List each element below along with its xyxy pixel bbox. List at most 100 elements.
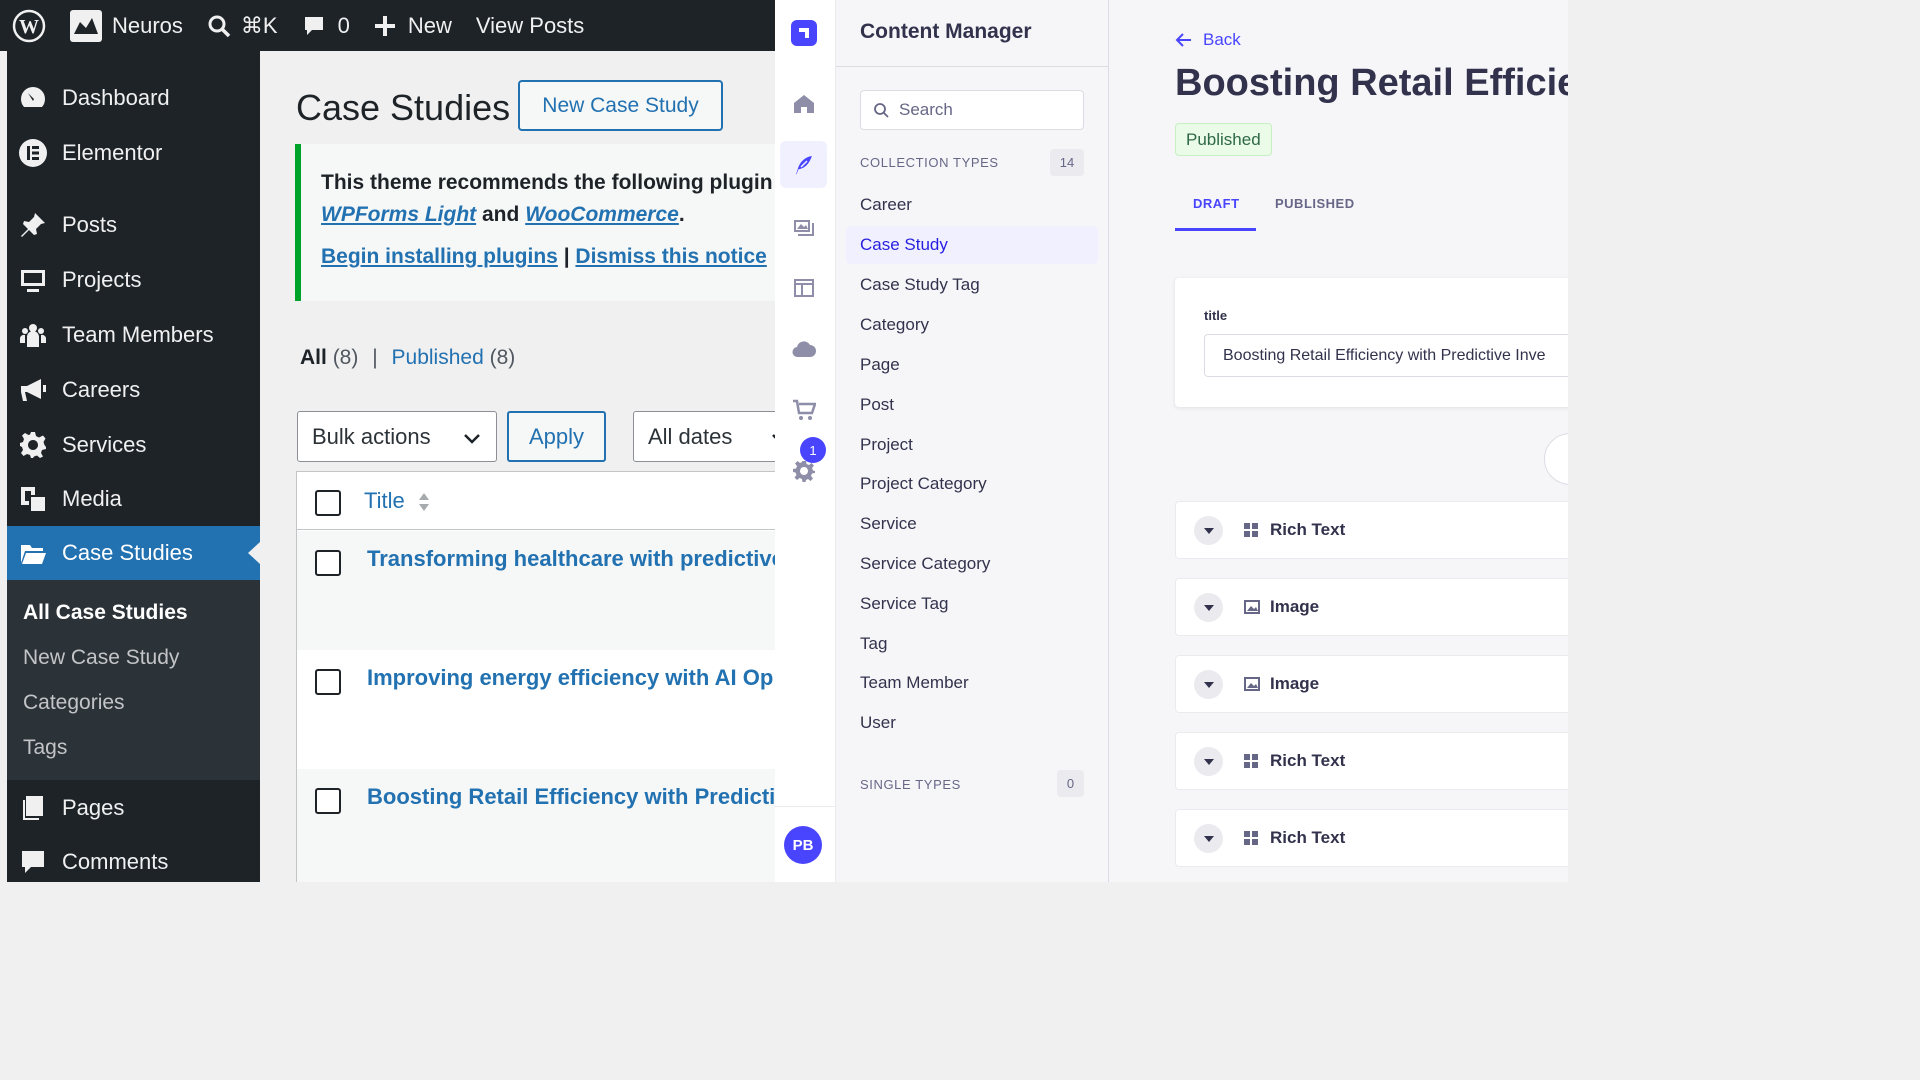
tab-draft[interactable]: DRAFT	[1193, 196, 1240, 211]
nav-link-project-category[interactable]: Project Category	[846, 465, 1098, 503]
bulk-actions-select[interactable]: Bulk actions	[297, 411, 497, 462]
menu-item-comments[interactable]: Comments	[7, 835, 260, 882]
shortcut-label: ⌘K	[240, 12, 278, 38]
single-types-heading: SINGLE TYPES	[860, 777, 961, 792]
content-manager-feather-icon[interactable]	[780, 141, 827, 188]
submenu-new-case-study[interactable]: New Case Study	[23, 646, 179, 670]
entry-title: Boosting Retail Efficien	[1175, 62, 1568, 104]
submenu-tags[interactable]: Tags	[23, 736, 67, 760]
site-name-link[interactable]: Neuros	[58, 0, 195, 51]
back-link[interactable]: Back	[1175, 30, 1241, 50]
menu-item-dashboard[interactable]: Dashboard	[7, 71, 260, 125]
dynamic-zone-block[interactable]: Rich Text	[1175, 732, 1568, 790]
bulk-actions-label: Bulk actions	[312, 423, 431, 449]
notice-actions: Begin installing plugins | Dismiss this …	[321, 245, 767, 269]
dismiss-notice-link[interactable]: Dismiss this notice	[575, 245, 766, 268]
nav-link-category[interactable]: Category	[846, 306, 1098, 344]
collapse-toggle[interactable]	[1194, 747, 1223, 776]
filter-all[interactable]: All	[300, 346, 327, 369]
submenu-categories[interactable]: Categories	[23, 691, 125, 715]
cloud-icon[interactable]	[780, 325, 827, 372]
submenu-all-case-studies[interactable]: All Case Studies	[23, 601, 188, 625]
dynamic-zone-block[interactable]: Image	[1175, 578, 1568, 636]
date-filter-label: All dates	[648, 423, 733, 449]
wp-admin-bar: W Neuros ⌘K 0 New View Posts	[0, 0, 775, 51]
home-icon[interactable]	[780, 80, 827, 127]
row-checkbox[interactable]	[315, 550, 341, 576]
comments-count: 0	[337, 12, 350, 38]
block-label: Image	[1270, 674, 1320, 693]
user-avatar[interactable]: PB	[784, 826, 822, 864]
menu-item-case-studies[interactable]: Case Studies	[7, 526, 260, 580]
nav-link-project[interactable]: Project	[846, 426, 1098, 464]
menu-item-pages[interactable]: Pages	[7, 781, 260, 835]
dynamic-zone-block[interactable]: Rich Text	[1175, 809, 1568, 867]
menu-item-careers[interactable]: Careers	[7, 363, 260, 417]
menu-label: Projects	[62, 267, 142, 292]
site-name-label: Neuros	[112, 12, 183, 38]
filter-published[interactable]: Published	[392, 346, 484, 369]
begin-installing-link[interactable]: Begin installing plugins	[321, 245, 558, 268]
nav-link-post[interactable]: Post	[846, 386, 1098, 424]
nav-link-case-study-tag[interactable]: Case Study Tag	[846, 266, 1098, 304]
nav-link-team-member[interactable]: Team Member	[846, 664, 1098, 702]
marketplace-cart-icon[interactable]	[780, 386, 827, 433]
nav-link-user[interactable]: User	[846, 704, 1098, 742]
apply-button[interactable]: Apply	[507, 411, 606, 462]
date-filter-select[interactable]: All dates	[633, 411, 775, 462]
subnav-divider	[836, 66, 1109, 67]
command-search-button[interactable]: ⌘K	[195, 0, 290, 51]
nav-link-page[interactable]: Page	[846, 346, 1098, 384]
collapse-toggle[interactable]	[1194, 593, 1223, 622]
new-content-link[interactable]: New	[362, 0, 464, 51]
caret-down-icon	[1203, 604, 1214, 611]
comments-link[interactable]: 0	[290, 0, 362, 51]
dynamic-zone-block[interactable]: Rich Text	[1175, 501, 1568, 559]
select-all-checkbox[interactable]	[315, 490, 341, 516]
floating-action-button[interactable]	[1544, 433, 1568, 485]
title-input[interactable]: Boosting Retail Efficiency with Predicti…	[1204, 334, 1568, 377]
status-badge: Published	[1175, 123, 1272, 156]
menu-item-projects[interactable]: Projects	[7, 253, 260, 307]
collapse-toggle[interactable]	[1194, 516, 1223, 545]
strapi-logo-icon[interactable]	[780, 9, 827, 56]
wpforms-link[interactable]: WPForms Light	[321, 203, 476, 226]
menu-item-team-members[interactable]: Team Members	[7, 308, 260, 362]
row-checkbox[interactable]	[315, 788, 341, 814]
menu-item-services[interactable]: Services	[7, 418, 260, 472]
new-case-study-button[interactable]: New Case Study	[518, 80, 723, 131]
wordpress-logo-icon[interactable]: W	[0, 0, 58, 51]
row-title-link[interactable]: Improving energy efficiency with AI Op	[367, 665, 773, 691]
grid-icon	[1243, 522, 1259, 543]
media-icon	[18, 484, 48, 514]
row-title-link[interactable]: Transforming healthcare with predictive	[367, 546, 775, 572]
collapse-toggle[interactable]	[1194, 670, 1223, 699]
dynamic-zone-block[interactable]: Image	[1175, 655, 1568, 713]
tab-published[interactable]: PUBLISHED	[1275, 196, 1355, 211]
nav-link-service-category[interactable]: Service Category	[846, 545, 1098, 583]
nav-link-case-study[interactable]: Case Study	[846, 226, 1098, 264]
nav-link-service[interactable]: Service	[846, 505, 1098, 543]
nav-link-service-tag[interactable]: Service Tag	[846, 585, 1098, 623]
title-field-label: title	[1204, 308, 1228, 323]
search-input[interactable]: Search	[860, 90, 1084, 130]
table-row: Transforming healthcare with predictive	[297, 531, 775, 650]
woocommerce-link[interactable]: WooCommerce	[525, 203, 679, 226]
comment-icon	[304, 16, 323, 35]
collapse-toggle[interactable]	[1194, 824, 1223, 853]
nav-link-tag[interactable]: Tag	[846, 625, 1098, 663]
row-checkbox[interactable]	[315, 669, 341, 695]
content-type-builder-icon[interactable]	[780, 264, 827, 311]
row-title-link[interactable]: Boosting Retail Efficiency with Predicti…	[367, 784, 775, 810]
menu-item-posts[interactable]: Posts	[7, 198, 260, 252]
media-library-icon[interactable]	[780, 203, 827, 250]
menu-item-elementor[interactable]: Elementor	[7, 126, 260, 180]
view-posts-link[interactable]: View Posts	[464, 0, 596, 51]
notice-and: and	[482, 203, 520, 226]
column-title-sort[interactable]: Title	[364, 488, 431, 514]
table-row: Improving energy efficiency with AI Op	[297, 650, 775, 769]
block-label: Rich Text	[1270, 751, 1346, 770]
menu-item-media[interactable]: Media	[7, 472, 260, 526]
nav-link-career[interactable]: Career	[846, 186, 1098, 224]
plus-icon	[374, 15, 395, 36]
